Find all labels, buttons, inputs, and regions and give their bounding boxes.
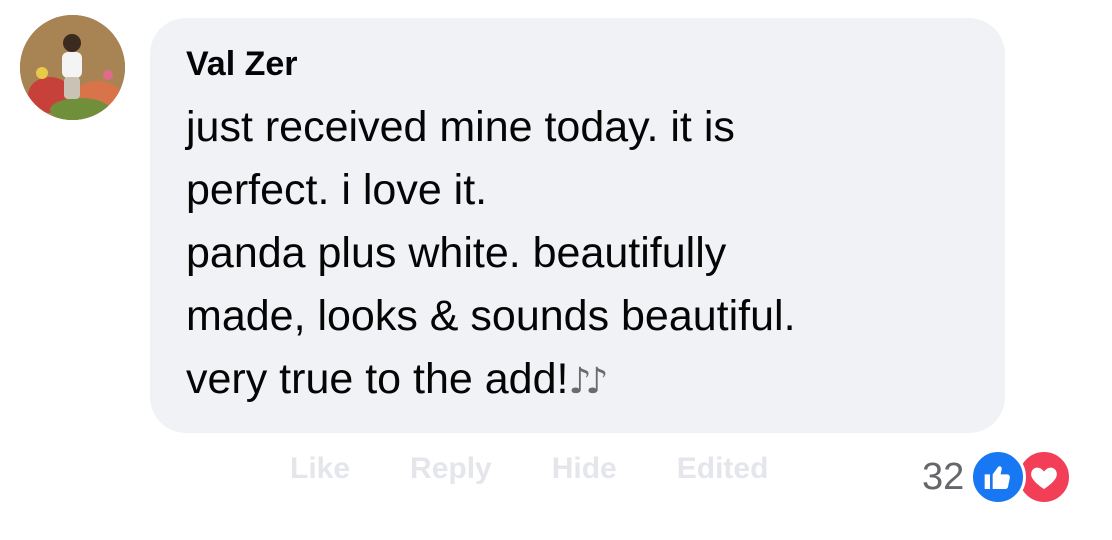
comment-line: just received mine today. it is: [186, 103, 735, 151]
comment-author[interactable]: Val Zer: [186, 42, 975, 86]
music-notes-icon: ♪♪: [568, 361, 608, 402]
reaction-count: 32: [922, 455, 965, 498]
comment-line-text: very true to the add!: [186, 355, 569, 403]
comment-line-last: very true to the add!♪♪: [186, 348, 975, 413]
comment-line: perfect. i love it.: [186, 166, 488, 214]
comment-line: panda plus white. beautifully: [186, 229, 727, 277]
comment-thread: Val Zer just received mine today. it is …: [0, 0, 1112, 540]
edited-label: Edited: [676, 452, 769, 485]
hide-action-link[interactable]: Hide: [552, 452, 617, 486]
reply-action-link[interactable]: Reply: [410, 452, 492, 486]
comment-bubble: Val Zer just received mine today. it is …: [150, 18, 1005, 433]
like-action-link[interactable]: Like: [290, 452, 350, 486]
reaction-summary[interactable]: 32: [922, 447, 1073, 507]
comment-text: just received mine today. it is perfect.…: [186, 96, 975, 413]
comment-actions: Like Reply Hide Edited: [290, 452, 768, 486]
like-icon: [970, 449, 1027, 505]
avatar[interactable]: [20, 15, 125, 120]
avatar-image: [20, 15, 125, 120]
comment-line: made, looks & sounds beautiful.: [186, 292, 796, 340]
